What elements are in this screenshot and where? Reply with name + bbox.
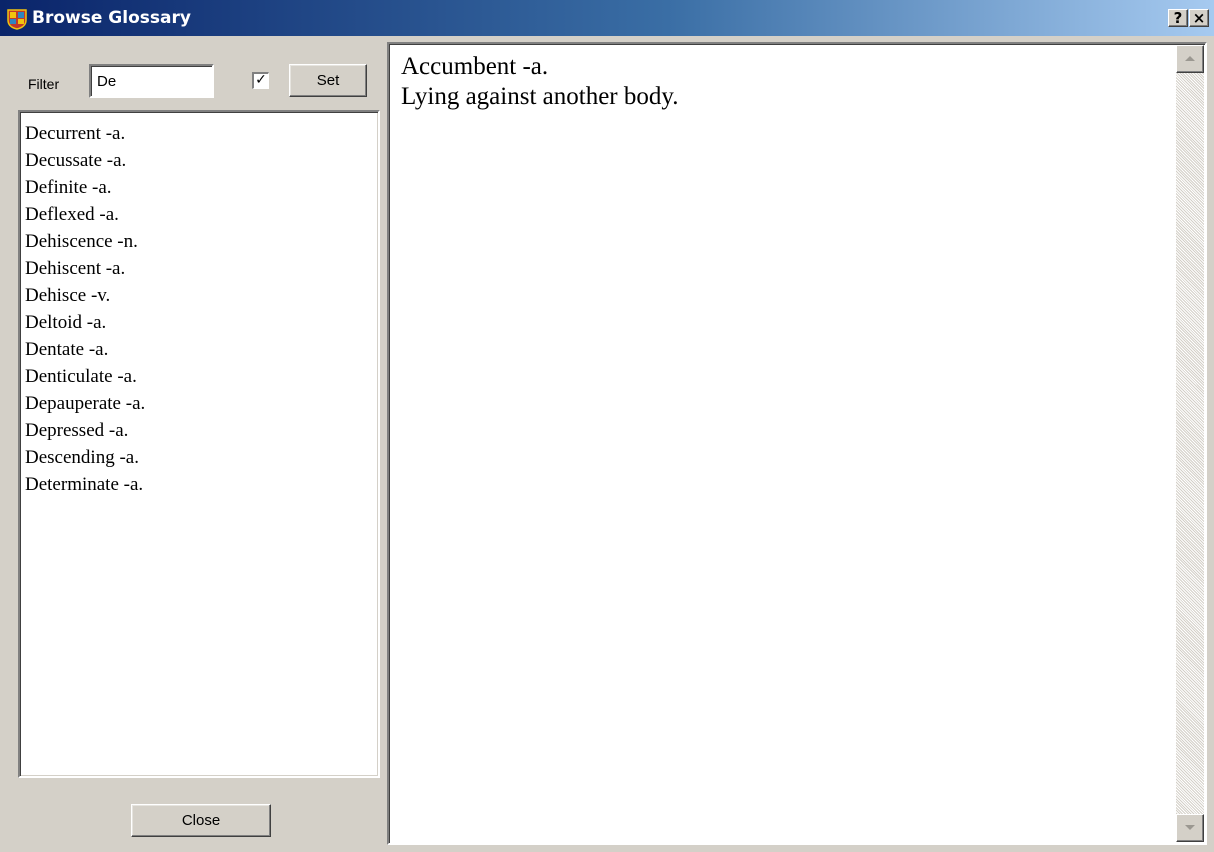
- title-bar[interactable]: Browse Glossary ? ×: [0, 0, 1214, 36]
- set-button[interactable]: Set: [289, 64, 367, 97]
- scroll-up-button[interactable]: [1176, 45, 1204, 73]
- term-item[interactable]: Depauperate -a.: [25, 390, 378, 417]
- term-item[interactable]: Decussate -a.: [25, 147, 378, 174]
- definition-text: Lying against another body.: [401, 83, 679, 110]
- term-item[interactable]: Descending -a.: [25, 444, 378, 471]
- term-item[interactable]: Deltoid -a.: [25, 309, 378, 336]
- term-item[interactable]: Denticulate -a.: [25, 363, 378, 390]
- term-item[interactable]: Decurrent -a.: [25, 120, 378, 147]
- term-item[interactable]: Dehiscent -a.: [25, 255, 378, 282]
- term-item[interactable]: Dehisce -v.: [25, 282, 378, 309]
- term-item[interactable]: Dehiscence -n.: [25, 228, 378, 255]
- filter-input[interactable]: [89, 64, 214, 98]
- filter-label: Filter: [28, 76, 60, 92]
- term-item[interactable]: Dentate -a.: [25, 336, 378, 363]
- window-close-button[interactable]: ×: [1189, 9, 1209, 27]
- term-item[interactable]: Depressed -a.: [25, 417, 378, 444]
- checkmark-icon: ✓: [255, 72, 267, 88]
- term-item[interactable]: Definite -a.: [25, 174, 378, 201]
- scroll-up-arrow-icon: [1185, 56, 1195, 61]
- definition-term: Accumbent -a.: [401, 53, 549, 80]
- scroll-down-button[interactable]: [1176, 814, 1204, 842]
- help-button[interactable]: ?: [1168, 9, 1188, 27]
- term-list[interactable]: Decurrent -a. Decussate -a. Definite -a.…: [18, 110, 380, 778]
- browse-glossary-window: Browse Glossary ? × Filter ✓ Set Decurre…: [0, 0, 1214, 852]
- vertical-scrollbar[interactable]: [1176, 45, 1204, 842]
- term-item[interactable]: Determinate -a.: [25, 471, 378, 498]
- close-button[interactable]: Close: [131, 804, 271, 837]
- window-title: Browse Glossary: [32, 8, 191, 28]
- scroll-down-arrow-icon: [1185, 825, 1195, 830]
- term-item[interactable]: Deflexed -a.: [25, 201, 378, 228]
- definition-pane[interactable]: Accumbent -a. Lying against another body…: [387, 42, 1207, 845]
- filter-checkbox[interactable]: ✓: [252, 72, 269, 89]
- definition-content: Accumbent -a. Lying against another body…: [401, 52, 1161, 112]
- crest-icon: [7, 9, 27, 30]
